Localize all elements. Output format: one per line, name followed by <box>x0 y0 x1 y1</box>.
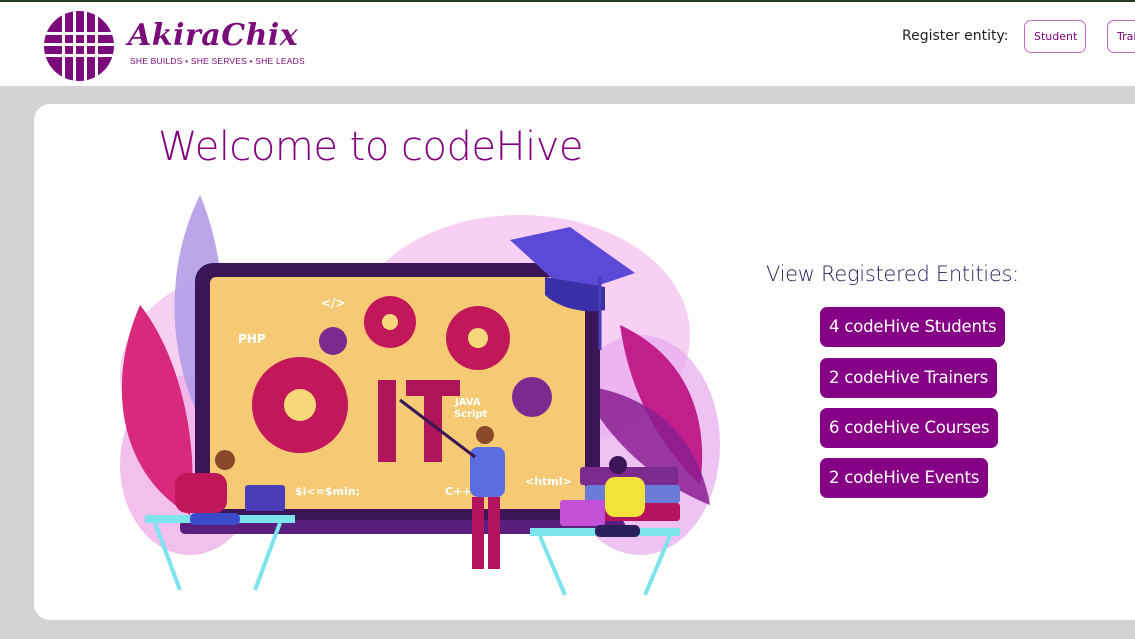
svg-text:JAVA: JAVA <box>454 397 481 408</box>
svg-text:</>: </> <box>321 296 346 310</box>
page-title: Welcome to codeHive <box>158 124 584 170</box>
svg-text:$i<=$min;: $i<=$min; <box>295 485 360 498</box>
brand-name: AkiraChix <box>128 18 299 53</box>
courses-button[interactable]: 6 codeHive Courses <box>820 408 999 448</box>
students-button[interactable]: 4 codeHive Students <box>820 307 1006 347</box>
svg-text:PHP: PHP <box>238 332 266 346</box>
svg-text:Script: Script <box>454 409 488 420</box>
svg-text:<html>: <html> <box>525 475 572 488</box>
entities-heading: View Registered Entities: <box>766 262 1019 286</box>
register-entity-label: Register entity: <box>902 28 1009 44</box>
akirachix-logo-icon <box>44 11 114 81</box>
register-student-button[interactable]: Student <box>1024 20 1086 53</box>
trainers-button[interactable]: 2 codeHive Trainers <box>820 358 998 398</box>
it-education-illustration: PHP </> JAVA Script $i<=$min; C++ <html> <box>120 195 720 596</box>
brand-tagline: SHE BUILDS • SHE SERVES • SHE LEADS <box>130 56 305 66</box>
brand-logo[interactable]: AkiraChix SHE BUILDS • SHE SERVES • SHE … <box>40 10 305 82</box>
register-trainer-button[interactable]: Trainer <box>1107 20 1135 53</box>
events-button[interactable]: 2 codeHive Events <box>820 458 989 498</box>
svg-text:C++: C++ <box>445 485 472 498</box>
navbar: AkiraChix SHE BUILDS • SHE SERVES • SHE … <box>0 2 1135 86</box>
